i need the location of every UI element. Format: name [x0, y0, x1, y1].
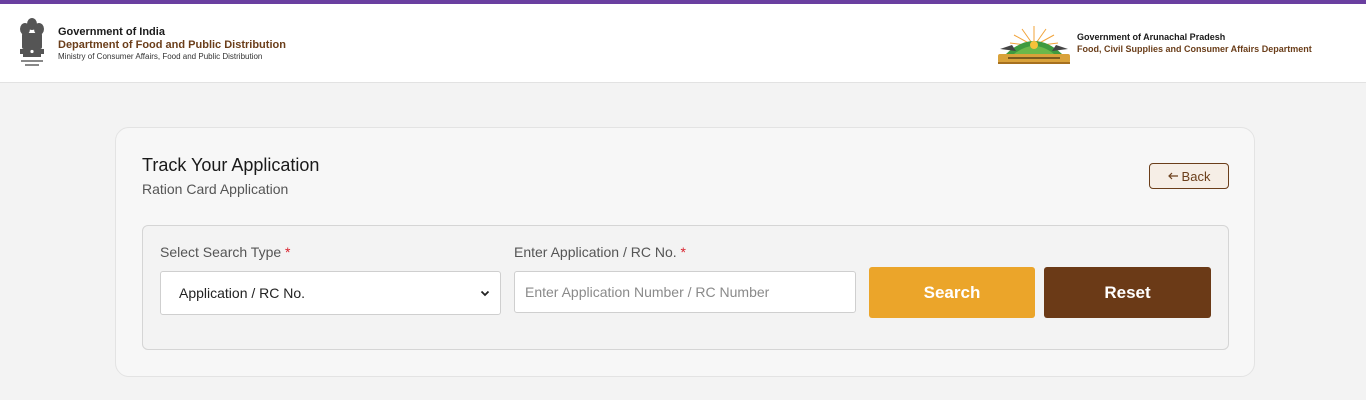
required-mark: *: [285, 244, 291, 260]
site-header: Government of India Department of Food a…: [0, 4, 1366, 83]
application-number-label-text: Enter Application / RC No.: [514, 244, 677, 260]
application-number-label: Enter Application / RC No. *: [514, 244, 686, 260]
goi-line-1: Government of India: [58, 26, 165, 38]
goi-line-3: Ministry of Consumer Affairs, Food and P…: [58, 52, 263, 62]
chevron-down-icon: [480, 290, 490, 297]
page-title: Track Your Application: [142, 155, 320, 175]
arunachal-emblem-icon: [998, 26, 1070, 64]
search-type-select[interactable]: Application / RC No.: [160, 271, 501, 315]
page-subtitle: Ration Card Application: [142, 181, 289, 197]
goi-title-block: Government of India Department of Food a…: [58, 26, 286, 62]
ap-title-block: Government of Arunachal Pradesh Food, Ci…: [1077, 32, 1312, 55]
search-type-selected-value: Application / RC No.: [179, 285, 306, 301]
required-mark: *: [680, 244, 686, 260]
search-type-label-text: Select Search Type: [160, 244, 282, 260]
ap-line-1: Government of Arunachal Pradesh: [1077, 32, 1226, 42]
back-button[interactable]: Back: [1149, 163, 1229, 189]
national-emblem-icon: [20, 18, 44, 66]
arrow-left-icon: [1167, 172, 1178, 180]
search-type-label: Select Search Type *: [160, 244, 291, 260]
ap-line-2: Food, Civil Supplies and Consumer Affair…: [1077, 43, 1312, 54]
reset-button[interactable]: Reset: [1044, 267, 1211, 318]
application-number-input[interactable]: [514, 271, 856, 313]
search-button[interactable]: Search: [869, 267, 1035, 318]
goi-line-2: Department of Food and Public Distributi…: [58, 39, 286, 52]
back-button-label: Back: [1181, 168, 1211, 184]
